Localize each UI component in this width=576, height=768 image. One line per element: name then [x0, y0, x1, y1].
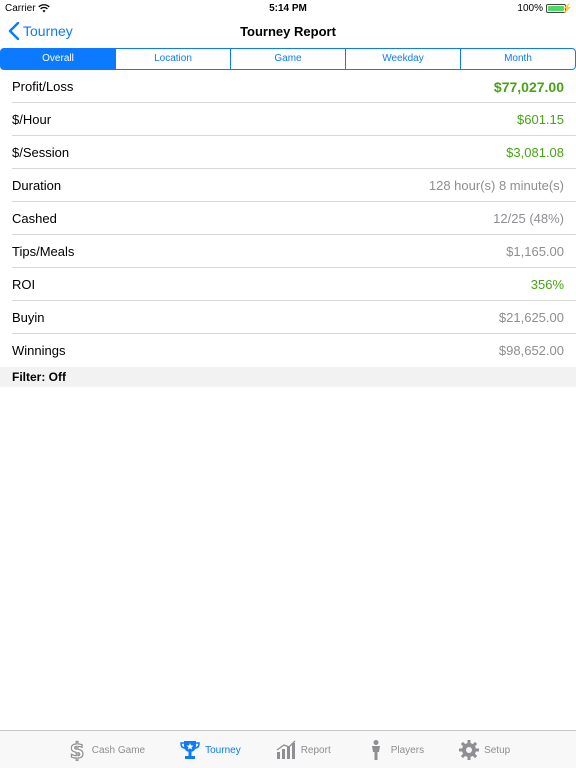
row-value: $98,652.00 [498, 343, 564, 358]
row-value: $601.15 [517, 112, 564, 127]
trophy-icon [180, 741, 200, 759]
tab-label: Cash Game [91, 744, 146, 756]
segment-location[interactable]: Location [116, 48, 231, 70]
row-per-session: $/Session $3,081.08 [0, 136, 576, 169]
row-value: 12/25 (48%) [493, 211, 564, 226]
tab-tourney[interactable]: Tourney [162, 731, 258, 768]
filter-status: Filter: Off [0, 367, 576, 387]
nav-bar: Tourney Tourney Report [0, 18, 576, 47]
gear-icon [459, 740, 480, 760]
dollar-icon: $ [69, 739, 85, 761]
row-value: 128 hour(s) 8 minute(s) [428, 178, 564, 193]
row-label: Duration [12, 178, 62, 193]
svg-text:$: $ [69, 739, 84, 761]
tab-bar: $ Cash Game Tourney Report Players Setup [0, 730, 576, 768]
row-label: $/Session [12, 145, 70, 160]
page-title: Tourney Report [240, 24, 336, 39]
chart-icon [276, 740, 296, 759]
row-value: $1,165.00 [506, 244, 564, 259]
battery-percent: 100% [517, 3, 543, 14]
row-label: ROI [12, 277, 36, 292]
tab-setup[interactable]: Setup [441, 731, 527, 768]
tab-label: Players [390, 744, 425, 756]
report-list: Profit/Loss $77,027.00 $/Hour $601.15 $/… [0, 70, 576, 367]
row-value: $77,027.00 [493, 78, 564, 95]
row-value: $21,625.00 [498, 310, 564, 325]
row-value: 356% [530, 277, 564, 292]
row-winnings: Winnings $98,652.00 [0, 334, 576, 367]
tab-report[interactable]: Report [258, 731, 348, 768]
row-label: $/Hour [12, 112, 52, 127]
segment-overall[interactable]: Overall [0, 48, 116, 70]
tab-label: Report [300, 744, 331, 756]
row-tips-meals: Tips/Meals $1,165.00 [0, 235, 576, 268]
row-value: $3,081.08 [506, 145, 564, 160]
row-duration: Duration 128 hour(s) 8 minute(s) [0, 169, 576, 202]
tab-label: Tourney [205, 744, 241, 756]
row-per-hour: $/Hour $601.15 [0, 103, 576, 136]
row-buyin: Buyin $21,625.00 [0, 301, 576, 334]
segment-weekday[interactable]: Weekday [346, 48, 461, 70]
tab-cash-game[interactable]: $ Cash Game [49, 731, 162, 768]
row-label: Buyin [12, 310, 45, 325]
report-segmented-control: Overall Location Game Weekday Month [0, 48, 576, 70]
row-label: Profit/Loss [12, 79, 74, 94]
segment-month[interactable]: Month [461, 48, 576, 70]
row-cashed: Cashed 12/25 (48%) [0, 202, 576, 235]
row-label: Cashed [12, 211, 57, 226]
segment-game[interactable]: Game [231, 48, 346, 70]
status-bar: Carrier 5:14 PM 100% ⚡ [0, 0, 576, 18]
charging-icon: ⚡ [561, 3, 573, 13]
tab-players[interactable]: Players [348, 731, 441, 768]
row-profit-loss: Profit/Loss $77,027.00 [0, 70, 576, 103]
clock: 5:14 PM [269, 3, 307, 14]
row-roi: ROI 356% [0, 268, 576, 301]
tab-label: Setup [484, 744, 511, 756]
row-label: Winnings [12, 343, 66, 358]
person-icon [371, 740, 380, 760]
row-label: Tips/Meals [12, 244, 75, 259]
